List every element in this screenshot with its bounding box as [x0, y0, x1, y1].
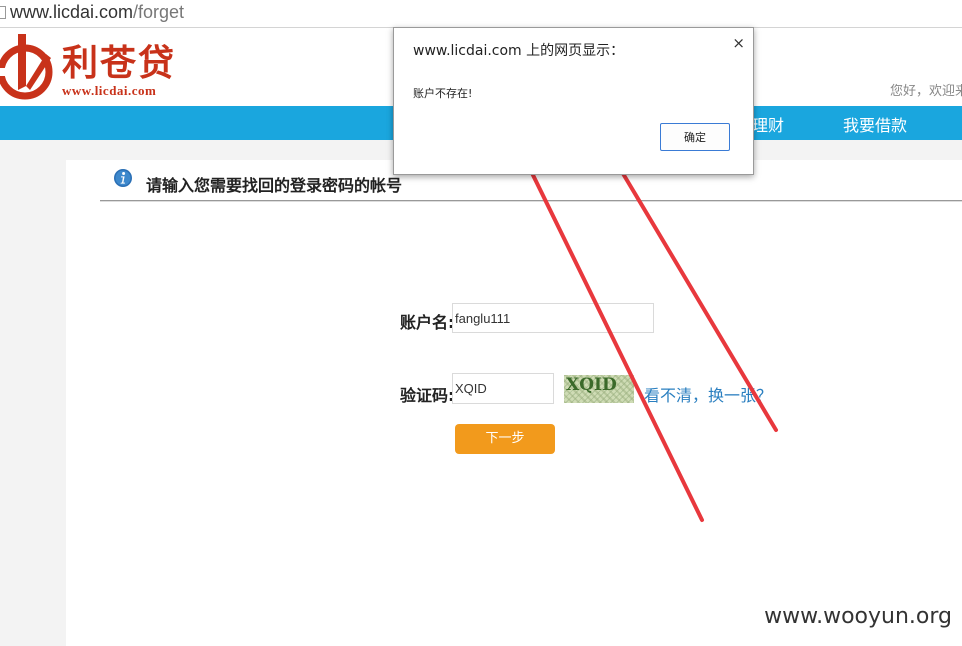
refresh-captcha-link[interactable]: 看不清，换一张？ — [644, 382, 772, 406]
info-icon — [114, 169, 132, 187]
captcha-label: 验证码: — [400, 386, 455, 405]
captcha-image[interactable]: XQID — [564, 375, 634, 403]
dialog-message: 账户不存在! — [413, 87, 473, 100]
brand-name[interactable]: 利苍贷 — [62, 34, 176, 86]
logo-icon[interactable] — [0, 30, 58, 106]
alert-dialog: www.licdai.com 上的网页显示： × 账户不存在! 确定 — [393, 27, 754, 175]
close-icon[interactable]: × — [732, 34, 745, 52]
dialog-ok-button[interactable]: 确定 — [660, 123, 730, 151]
page-icon — [0, 6, 6, 19]
url-text[interactable]: www.licdai.com/forget — [10, 2, 184, 23]
captcha-input[interactable] — [452, 373, 554, 404]
dialog-title: www.licdai.com 上的网页显示： — [413, 43, 625, 59]
account-label: 账户名: — [400, 313, 455, 332]
greeting-text: 您好，欢迎来 — [889, 84, 962, 99]
next-step-button[interactable]: 下一步 — [455, 424, 555, 454]
nav-item-licai[interactable]: 理财 — [752, 112, 784, 136]
url-host: www.licdai.com — [10, 2, 134, 22]
watermark: www.wooyun.org — [764, 604, 952, 629]
captcha-image-text: XQID — [566, 375, 617, 395]
nav-item-borrow[interactable]: 我要借款 — [843, 112, 907, 136]
brand-url: www.licdai.com — [62, 83, 157, 98]
account-input[interactable] — [452, 303, 654, 333]
left-margin — [0, 160, 66, 646]
url-path: /forget — [133, 2, 185, 22]
url-bar[interactable]: www.licdai.com/forget — [0, 0, 962, 28]
section-divider — [100, 200, 962, 202]
section-title: 请输入您需要找回的登录密码的帐号 — [146, 176, 403, 195]
